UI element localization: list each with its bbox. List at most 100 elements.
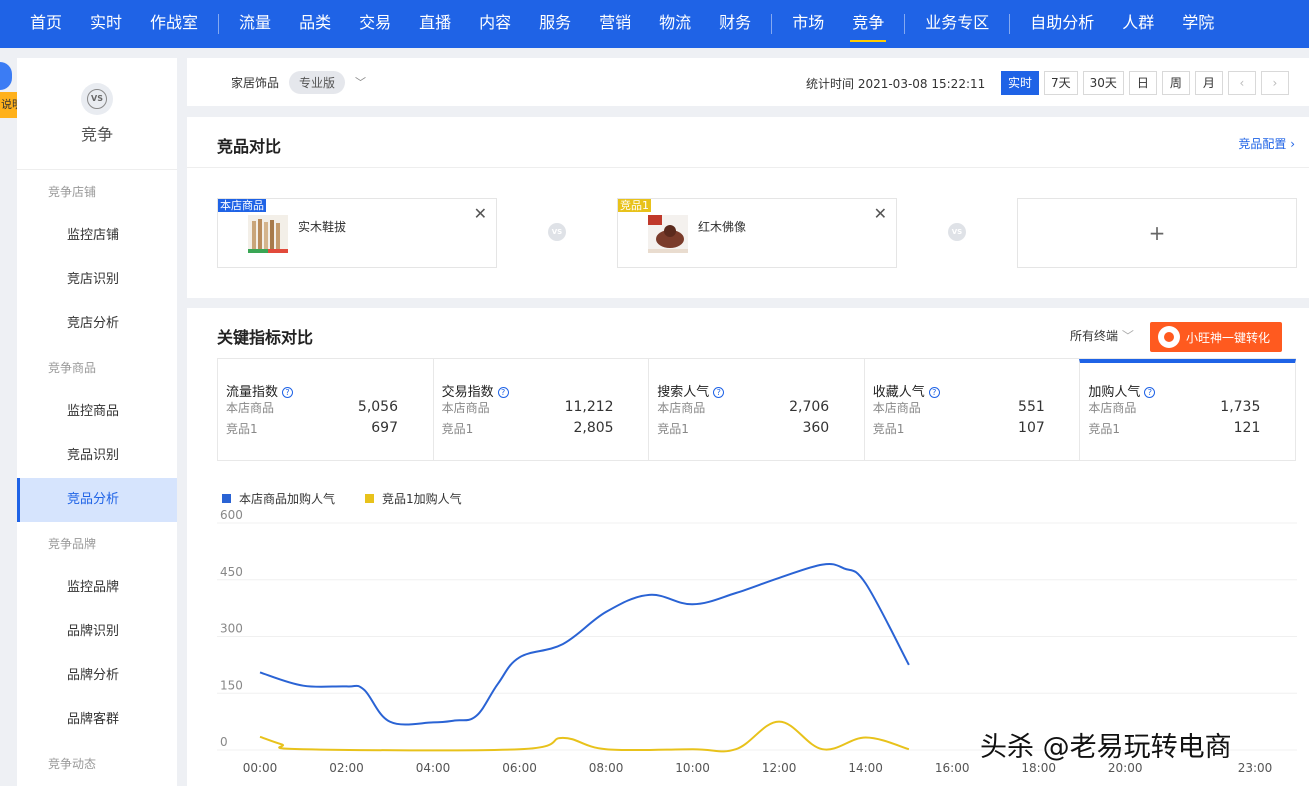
y-tick-label: 300	[220, 622, 243, 636]
sidebar-item[interactable]: 竞店识别	[17, 258, 177, 302]
help-icon[interactable]: ?	[928, 387, 940, 398]
metric-card[interactable]: 加购人气? 本店商品 1,735 竞品1 121	[1079, 359, 1296, 460]
period-button[interactable]: 7天	[1044, 71, 1078, 95]
chevron-down-icon[interactable]: ﹀	[355, 74, 366, 90]
x-tick-label: 04:00	[416, 761, 451, 775]
sidebar-item[interactable]: 竞店分析	[17, 302, 177, 346]
sidebar-item[interactable]: 竞品识别	[17, 434, 177, 478]
sidebar-menu: 竞争店铺 监控店铺 竞店识别 竞店分析 竞争商品 监控商品 竞品识别 竞品分析 竞争品牌 监控品牌…	[17, 170, 177, 786]
period-button[interactable]: 30天	[1082, 71, 1124, 95]
chevron-right-icon[interactable]: ›	[1260, 71, 1289, 95]
x-tick-label: 06:00	[502, 761, 537, 775]
x-tick-label: 00:00	[243, 761, 278, 775]
nav-item[interactable]: 竞争	[838, 0, 898, 48]
metric-name: 交易指数?	[442, 381, 509, 400]
nav-item[interactable]: 营销	[585, 0, 645, 48]
metric-name: 收藏人气?	[873, 381, 940, 400]
metric-card[interactable]: 交易指数? 本店商品 11,212 竞品1 2,805	[432, 359, 649, 460]
nav-item[interactable]: 学院	[1168, 0, 1228, 48]
sidebar-item[interactable]: 竞品分析	[17, 478, 177, 522]
metric-card[interactable]: 收藏人气? 本店商品 551 竞品1 107	[863, 359, 1080, 460]
watermark: 头杀 @老易玩转电商	[980, 732, 1232, 763]
sidebar-item[interactable]: 监控店铺	[17, 214, 177, 258]
close-icon[interactable]: ✕	[474, 204, 487, 223]
nav-item[interactable]: 自助分析	[1016, 0, 1108, 48]
row-value: 551	[1018, 399, 1045, 415]
x-tick-label: 12:00	[762, 761, 797, 775]
nav-item[interactable]: 业务专区	[911, 0, 1003, 48]
nav-item[interactable]: 作战室	[136, 0, 212, 48]
vs-icon: VS	[548, 223, 566, 241]
nav-separator	[218, 14, 220, 34]
legend-item[interactable]: 竞品1加购人气	[365, 490, 462, 507]
row-label: 竞品1	[872, 422, 905, 436]
chevron-left-icon[interactable]: ‹	[1227, 71, 1256, 95]
help-icon[interactable]: ?	[1144, 387, 1156, 398]
config-link[interactable]: 竞品配置 ›	[1238, 135, 1295, 152]
nav-item[interactable]: 首页	[16, 0, 76, 48]
nav-item[interactable]: 市场	[778, 0, 838, 48]
convert-button[interactable]: 小旺神一键转化	[1150, 322, 1282, 352]
x-tick-label: 10:00	[675, 761, 710, 775]
metric-row-self: 本店商品 5,056	[226, 399, 420, 416]
row-label: 竞品1	[1088, 422, 1121, 436]
product-image	[648, 215, 688, 253]
product-card-self[interactable]: 本店商品 实木鞋拔 ✕	[217, 198, 497, 268]
compare-title: 竞品对比	[217, 137, 282, 156]
rocket-icon[interactable]	[0, 62, 12, 90]
legend-item[interactable]: 本店商品加购人气	[222, 490, 335, 507]
indicators-title: 关键指标对比	[217, 328, 314, 347]
nav-item[interactable]: 品类	[285, 0, 345, 48]
sidebar-item[interactable]: 监控商品	[17, 390, 177, 434]
product-tag: 本店商品	[218, 199, 266, 212]
help-icon[interactable]: ?	[713, 387, 725, 398]
terminal-select[interactable]: 所有终端 ﹀	[1070, 327, 1134, 344]
metric-name: 搜索人气?	[657, 381, 725, 400]
row-label: 本店商品	[1088, 401, 1137, 415]
help-icon[interactable]: ?	[282, 387, 294, 398]
nav-item[interactable]: 物流	[645, 0, 705, 48]
period-button[interactable]: 周	[1161, 71, 1190, 95]
nav-item[interactable]: 人群	[1108, 0, 1168, 48]
row-value: 121	[1233, 420, 1261, 436]
series-line[interactable]	[259, 562, 910, 726]
metric-card[interactable]: 搜索人气? 本店商品 2,706 竞品1 360	[648, 359, 864, 460]
sidebar-item[interactable]: 品牌识别	[17, 610, 177, 654]
sidebar-group-label: 竞争品牌	[48, 537, 97, 551]
category-label[interactable]: 家居饰品	[231, 74, 279, 91]
product-name: 实木鞋拔	[298, 220, 347, 234]
y-tick-label: 450	[220, 565, 243, 579]
sidebar-item[interactable]: 品牌客群	[17, 698, 177, 742]
metric-label: 收藏人气	[872, 385, 925, 400]
sidebar-item[interactable]: 品牌分析	[17, 654, 177, 698]
period-button[interactable]: 实时	[1001, 71, 1040, 95]
chevron-right-icon: ›	[1290, 137, 1295, 151]
nav-item[interactable]: 实时	[76, 0, 136, 48]
series-line[interactable]	[259, 720, 910, 753]
nav-item[interactable]: 内容	[465, 0, 525, 48]
nav-item[interactable]: 财务	[705, 0, 765, 48]
metric-card[interactable]: 流量指数? 本店商品 5,056 竞品1 697	[217, 359, 433, 460]
close-icon[interactable]: ✕	[874, 204, 887, 223]
metric-row-rival: 竞品1 2,805	[442, 420, 636, 437]
row-value: 11,212	[564, 399, 614, 415]
edition-badge[interactable]: 专业版	[289, 70, 346, 94]
nav-item[interactable]: 直播	[405, 0, 465, 48]
stat-time: 统计时间 2021-03-08 15:22:11	[806, 77, 986, 91]
help-icon[interactable]: ?	[497, 387, 509, 398]
sidebar-item[interactable]: 监控品牌	[17, 566, 177, 610]
metric-label: 加购人气	[1088, 385, 1141, 400]
row-value: 2,706	[789, 399, 830, 415]
legend-label: 本店商品加购人气	[239, 492, 336, 506]
y-tick-label: 0	[220, 735, 228, 749]
nav-item[interactable]: 服务	[525, 0, 585, 48]
add-product-button[interactable]: +	[1017, 198, 1297, 268]
nav-item[interactable]: 交易	[345, 0, 405, 48]
period-button[interactable]: 月	[1194, 71, 1223, 95]
product-image	[248, 215, 288, 253]
metric-row-self: 本店商品 2,706	[657, 399, 851, 416]
nav-item[interactable]: 流量	[225, 0, 285, 48]
x-tick-label: 14:00	[848, 761, 883, 775]
product-card-rival[interactable]: 竞品1 红木佛像 ✕	[617, 198, 897, 268]
period-button[interactable]: 日	[1128, 71, 1157, 95]
